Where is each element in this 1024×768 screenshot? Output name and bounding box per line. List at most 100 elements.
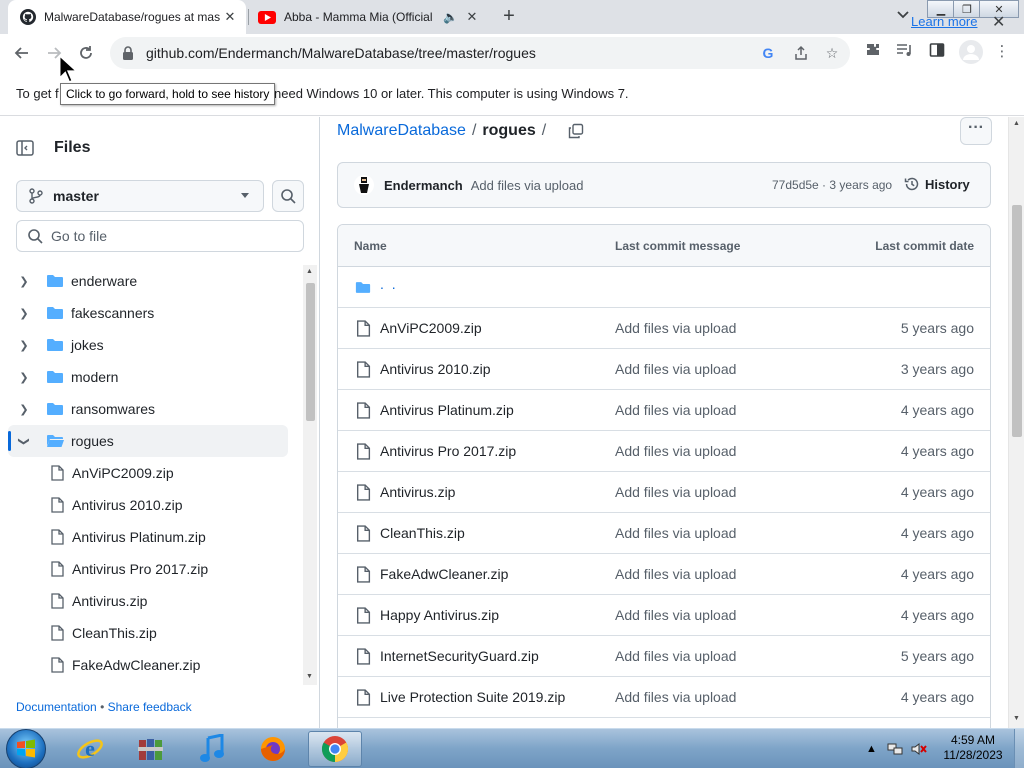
commit-message-link[interactable]: Add files via upload <box>615 648 736 664</box>
taskbar-clock[interactable]: 4:59 AM 11/28/2023 <box>937 733 1009 763</box>
chevron-right-icon[interactable]: ❯ <box>16 339 32 352</box>
chevron-right-icon[interactable]: ❯ <box>16 371 32 384</box>
commit-message-link[interactable]: Add files via upload <box>615 689 736 705</box>
tab-youtube[interactable]: Abba - Mamma Mia (Official 🔈 ✕ <box>250 0 488 34</box>
table-row[interactable]: Antivirus Platinum.zip Add files via upl… <box>338 390 990 431</box>
table-row[interactable]: InternetSecurityGuard.zip Add files via … <box>338 636 990 677</box>
volume-muted-icon[interactable] <box>911 742 927 756</box>
tree-file[interactable]: CleanThis.zip <box>8 617 288 649</box>
documentation-link[interactable]: Documentation <box>16 700 97 714</box>
file-name-link[interactable]: Antivirus 2010.zip <box>380 361 491 377</box>
tab-github[interactable]: MalwareDatabase/rogues at mas ✕ <box>8 0 246 34</box>
learn-more-link[interactable]: Learn more <box>911 14 977 29</box>
scroll-up-icon[interactable]: ▲ <box>306 268 313 275</box>
profile-avatar-icon[interactable] <box>959 40 983 64</box>
bookmark-star-icon[interactable]: ☆ <box>824 45 840 61</box>
google-lens-icon[interactable]: G <box>760 45 776 61</box>
chevron-right-icon[interactable]: ❯ <box>16 275 32 288</box>
go-to-file-field[interactable] <box>16 220 304 252</box>
close-tab-icon[interactable]: ✕ <box>222 9 238 25</box>
commit-hash-time[interactable]: 77d5d5e · 3 years ago <box>772 178 892 192</box>
tree-file[interactable]: Antivirus Platinum.zip <box>8 521 288 553</box>
start-button[interactable] <box>6 729 46 768</box>
chevron-right-icon[interactable]: ❯ <box>16 307 32 320</box>
table-row[interactable]: Live Protection Suite 2019.zip Add files… <box>338 677 990 718</box>
chevron-right-icon[interactable]: ❯ <box>16 403 32 416</box>
taskbar-internet-explorer[interactable]: e <box>63 731 117 767</box>
commit-message[interactable]: Add files via upload <box>471 178 584 193</box>
tree-folder-enderware[interactable]: ❯ enderware <box>8 265 288 297</box>
commit-message-link[interactable]: Add files via upload <box>615 320 736 336</box>
media-controls-icon[interactable] <box>895 42 915 62</box>
scrollbar-thumb[interactable] <box>1012 205 1022 437</box>
scroll-down-icon[interactable]: ▼ <box>1013 715 1020 722</box>
breadcrumb-repo-link[interactable]: MalwareDatabase <box>337 122 466 140</box>
history-button[interactable]: History <box>904 176 970 192</box>
chevron-down-icon[interactable]: ❯ <box>18 433 31 449</box>
file-name-link[interactable]: Antivirus Platinum.zip <box>380 402 514 418</box>
tree-folder-jokes[interactable]: ❯ jokes <box>8 329 288 361</box>
side-panel-icon[interactable] <box>927 42 947 62</box>
tree-folder-rogues[interactable]: ❯ rogues <box>8 425 288 457</box>
commit-message-link[interactable]: Add files via upload <box>615 361 736 377</box>
tree-folder-modern[interactable]: ❯ modern <box>8 361 288 393</box>
tree-file[interactable]: Antivirus Pro 2017.zip <box>8 553 288 585</box>
file-name-link[interactable]: Antivirus Pro 2017.zip <box>380 443 516 459</box>
copy-path-icon[interactable] <box>568 123 584 139</box>
taskbar-chrome[interactable] <box>308 731 362 767</box>
close-tab-icon[interactable]: ✕ <box>464 9 480 25</box>
table-row[interactable]: AnViPC2009.zip Add files via upload 5 ye… <box>338 308 990 349</box>
page-scrollbar[interactable]: ▲ ▼ <box>1008 117 1024 728</box>
share-icon[interactable] <box>793 45 809 61</box>
table-row[interactable]: FakeAdwCleaner.zip Add files via upload … <box>338 554 990 595</box>
commit-message-link[interactable]: Add files via upload <box>615 443 736 459</box>
scroll-up-icon[interactable]: ▲ <box>1013 120 1020 127</box>
table-row[interactable]: Antivirus.zip Add files via upload 4 yea… <box>338 472 990 513</box>
scrollbar-thumb[interactable] <box>306 283 315 421</box>
taskbar-firefox[interactable] <box>246 731 300 767</box>
show-hidden-icons-icon[interactable]: ▲ <box>866 743 877 755</box>
commit-message-link[interactable]: Add files via upload <box>615 566 736 582</box>
commit-message-link[interactable]: Add files via upload <box>615 607 736 623</box>
table-row[interactable]: Happy Antivirus.zip Add files via upload… <box>338 595 990 636</box>
file-name-link[interactable]: InternetSecurityGuard.zip <box>380 648 539 664</box>
go-to-file-input[interactable] <box>51 228 281 244</box>
file-name-link[interactable]: Live Protection Suite 2019.zip <box>380 689 565 705</box>
commit-author[interactable]: Endermanch <box>384 178 463 193</box>
network-icon[interactable] <box>887 742 903 756</box>
file-name-link[interactable]: FakeAdwCleaner.zip <box>380 566 508 582</box>
show-desktop-button[interactable] <box>1014 729 1024 768</box>
table-row[interactable]: Antivirus 2010.zip Add files via upload … <box>338 349 990 390</box>
file-tree-scrollbar[interactable]: ▲ ▼ <box>303 265 317 685</box>
browser-menu-icon[interactable]: ⋮ <box>992 42 1012 62</box>
commit-message-link[interactable]: Add files via upload <box>615 484 736 500</box>
file-name-link[interactable]: AnViPC2009.zip <box>380 320 482 336</box>
scroll-down-icon[interactable]: ▼ <box>306 673 313 680</box>
tree-folder-fakescanners[interactable]: ❯ fakescanners <box>8 297 288 329</box>
close-infobar-icon[interactable]: ✕ <box>992 12 1005 32</box>
commit-message-link[interactable]: Add files via upload <box>615 525 736 541</box>
commit-message-link[interactable]: Add files via upload <box>615 402 736 418</box>
parent-directory-row[interactable]: . . <box>338 267 990 308</box>
address-bar[interactable]: github.com/Endermanch/MalwareDatabase/tr… <box>110 37 850 69</box>
sidebar-collapse-icon[interactable] <box>16 137 48 159</box>
table-row[interactable]: CleanThis.zip Add files via upload 4 yea… <box>338 513 990 554</box>
tree-folder-ransomwares[interactable]: ❯ ransomwares <box>8 393 288 425</box>
more-options-button[interactable]: ··· <box>960 117 992 145</box>
file-name-link[interactable]: Happy Antivirus.zip <box>380 607 499 623</box>
tree-file[interactable]: AnViPC2009.zip <box>8 457 288 489</box>
taskbar-archive-app[interactable] <box>124 731 178 767</box>
file-name-link[interactable]: Antivirus.zip <box>380 484 455 500</box>
search-files-button[interactable] <box>272 180 304 212</box>
extensions-icon[interactable] <box>863 42 883 62</box>
share-feedback-link[interactable]: Share feedback <box>108 700 192 714</box>
parent-directory-link[interactable]: . . <box>380 276 398 292</box>
new-tab-button[interactable]: + <box>498 6 520 28</box>
tree-file[interactable]: Antivirus 2010.zip <box>8 489 288 521</box>
tree-file[interactable]: FakeAdwCleaner.zip <box>8 649 288 681</box>
table-row[interactable]: Antivirus Pro 2017.zip Add files via upl… <box>338 431 990 472</box>
taskbar-music-player[interactable] <box>185 731 239 767</box>
branch-selector-button[interactable]: master <box>16 180 264 212</box>
tree-file[interactable]: Antivirus.zip <box>8 585 288 617</box>
tab-search-chevron-icon[interactable] <box>897 8 909 22</box>
